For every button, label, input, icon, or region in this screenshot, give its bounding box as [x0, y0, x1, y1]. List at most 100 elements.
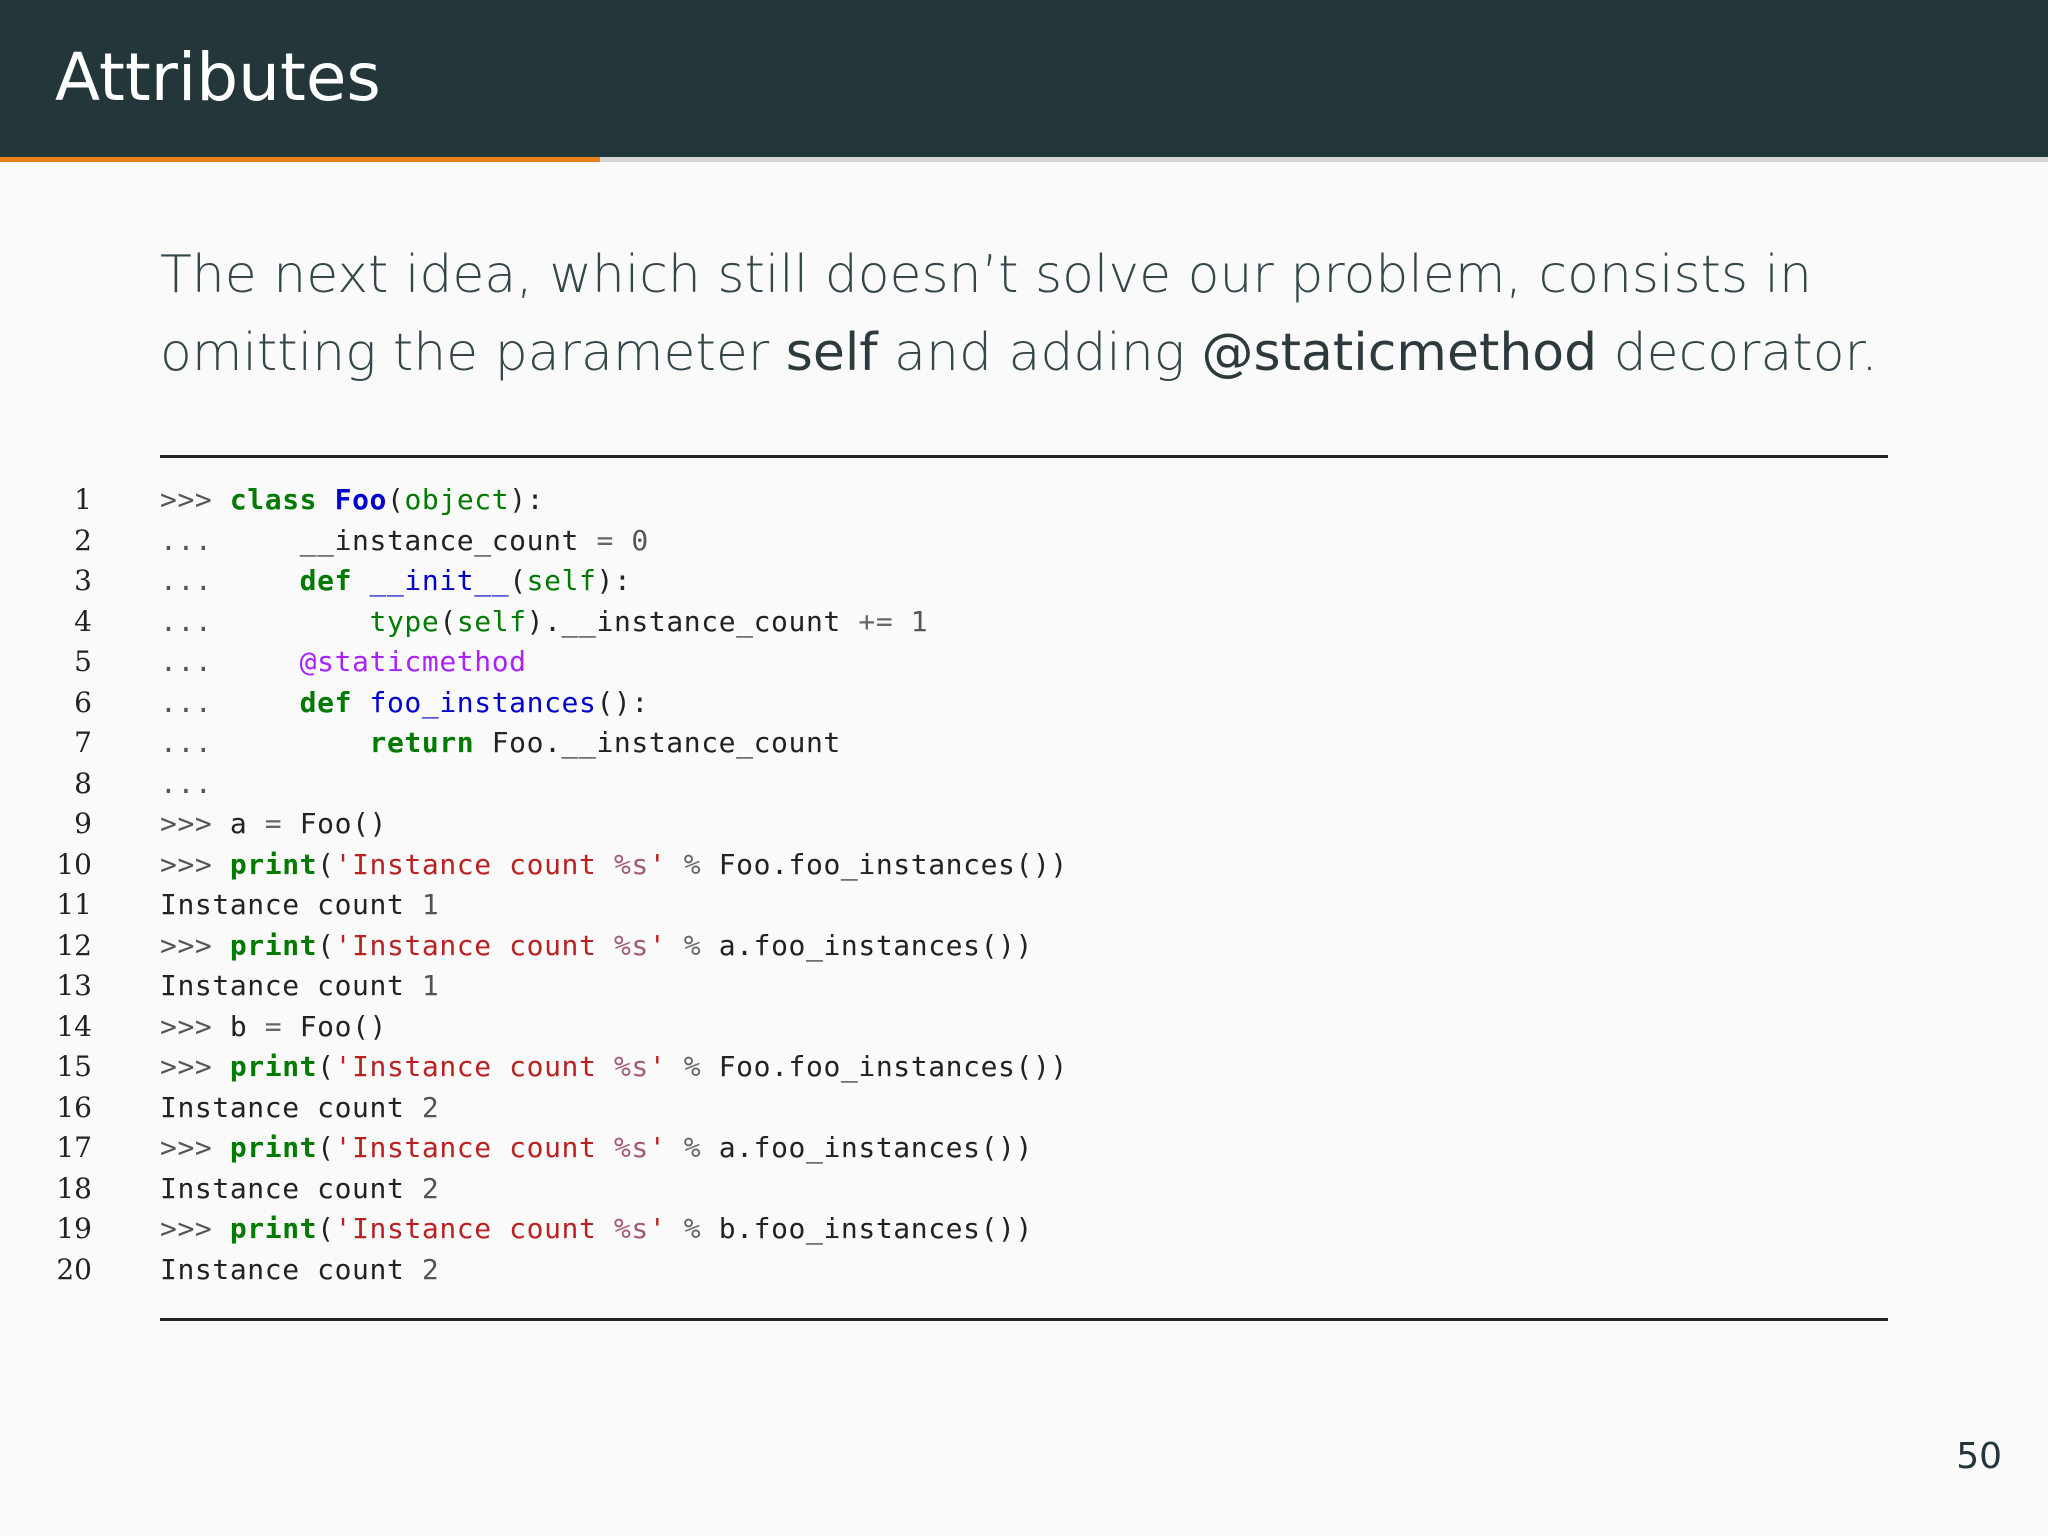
- code-line: 5... @staticmethod: [0, 642, 2048, 683]
- code-line: 11 Instance count 1: [0, 885, 2048, 926]
- code-token: Foo: [334, 483, 387, 516]
- line-number: 6: [74, 685, 92, 719]
- line-number: 3: [74, 564, 92, 597]
- code-listing: 1 >>> class Foo(object): 2... __instance_c…: [0, 480, 2048, 1290]
- code-token: Instance count: [160, 1090, 422, 1124]
- code-token: >>>: [160, 1009, 230, 1043]
- code-token: %: [683, 1131, 702, 1164]
- code-token: %s: [613, 1050, 649, 1083]
- code-token: 1: [910, 604, 929, 638]
- slide-title: Attributes: [55, 39, 381, 116]
- line-number: 8: [74, 766, 92, 800]
- code-token: ...: [160, 726, 370, 759]
- code-token: (: [439, 604, 457, 638]
- code-token: Instance count: [160, 1171, 422, 1205]
- code-line: 19 >>> print('Instance count %s' % b.foo_…: [0, 1209, 2048, 1250]
- code-token: self: [526, 564, 597, 597]
- code-token: ...: [160, 604, 370, 638]
- intro-text-2: and adding: [877, 323, 1202, 383]
- code-token: >>>: [160, 928, 230, 962]
- line-number: 19: [56, 1212, 92, 1245]
- code-token: 2: [421, 1252, 440, 1286]
- code-token: __init__: [369, 564, 510, 597]
- code-token: ...: [160, 685, 300, 719]
- code-text: >>> print('Instance count %s' % Foo.foo_…: [160, 845, 1068, 886]
- code-token: a.foo_instances()): [701, 1131, 1033, 1164]
- code-line: 17 >>> print('Instance count %s' % a.foo_…: [0, 1128, 2048, 1169]
- code-token: 'Instance count: [334, 847, 614, 881]
- code-token: ...: [160, 523, 300, 557]
- code-token: def: [299, 685, 353, 719]
- code-token: =: [264, 807, 283, 840]
- code-token: >>>: [160, 1050, 230, 1083]
- code-token: ():: [596, 685, 649, 719]
- code-token: print: [229, 1050, 318, 1083]
- line-number: 2: [74, 523, 92, 557]
- code-token: ...: [160, 766, 213, 800]
- line-number: 7: [74, 726, 92, 759]
- code-token: 1: [421, 969, 440, 1002]
- code-token: (: [317, 928, 335, 962]
- code-token: ).__instance_count: [526, 604, 859, 638]
- code-text: Instance count 2: [160, 1250, 439, 1291]
- code-token: >>>: [160, 807, 230, 840]
- code-token: (: [317, 1131, 335, 1164]
- code-token: >>>: [160, 1131, 230, 1164]
- code-token: ...: [160, 645, 300, 678]
- intro-paragraph: The next idea, which still doesn’t solve…: [160, 236, 1900, 392]
- code-token: %s: [613, 847, 649, 881]
- line-number: 12: [56, 928, 92, 962]
- code-token: 'Instance count: [334, 928, 614, 962]
- intro-keyword-self: self: [785, 323, 878, 383]
- code-token: return: [369, 726, 475, 759]
- code-line: 4... type(self).__instance_count += 1: [0, 602, 2048, 643]
- code-text: Instance count 2: [160, 1088, 439, 1129]
- code-text: ... return Foo.__instance_count: [160, 723, 841, 764]
- code-token: print: [229, 1131, 318, 1164]
- code-token: a: [229, 807, 265, 840]
- code-text: >>> print('Instance count %s' % a.foo_in…: [160, 1128, 1033, 1169]
- code-text: ... type(self).__instance_count += 1: [160, 602, 928, 643]
- code-token: print: [229, 1212, 318, 1245]
- code-token: 'Instance count: [334, 1050, 614, 1083]
- code-text: ... __instance_count = 0: [160, 521, 649, 562]
- code-token: Instance count: [160, 888, 422, 921]
- code-token: %s: [613, 928, 649, 962]
- code-token: >>>: [160, 1212, 230, 1245]
- code-token: ):: [596, 564, 632, 597]
- code-token: 2: [421, 1171, 440, 1205]
- line-number: 17: [56, 1131, 92, 1164]
- line-number: 18: [56, 1171, 92, 1205]
- code-line: 18 Instance count 2: [0, 1169, 2048, 1210]
- code-token: ': [648, 1050, 667, 1083]
- code-token: 'Instance count: [334, 1131, 614, 1164]
- code-token: 1: [421, 888, 440, 921]
- code-token: foo_instances: [369, 685, 597, 719]
- code-token: %: [683, 1212, 702, 1245]
- code-line: 13 Instance count 1: [0, 966, 2048, 1007]
- code-line: 2 ... __instance_count = 0: [0, 521, 2048, 562]
- code-text: >>> print('Instance count %s' % b.foo_in…: [160, 1209, 1033, 1250]
- code-token: (: [509, 564, 527, 597]
- code-token: Foo.foo_instances()): [701, 1050, 1068, 1083]
- code-text: >>> print('Instance count %s' % Foo.foo_…: [160, 1047, 1068, 1088]
- code-token: a.foo_instances()): [701, 928, 1033, 962]
- code-token: ': [648, 847, 667, 881]
- code-text: >>> print('Instance count %s' % a.foo_in…: [160, 926, 1033, 967]
- code-line: 20 Instance count 2: [0, 1250, 2048, 1291]
- code-token: >>>: [160, 847, 230, 881]
- code-token: self: [456, 604, 527, 638]
- code-token: Foo.__instance_count: [474, 726, 841, 759]
- code-token: Foo(): [282, 1009, 387, 1043]
- code-text: ... def __init__(self):: [160, 561, 631, 602]
- line-number: 16: [56, 1090, 92, 1124]
- code-line: 12 >>> print('Instance count %s' % a.foo_…: [0, 926, 2048, 967]
- line-number: 13: [56, 969, 92, 1002]
- code-token: __instance_count: [299, 523, 597, 557]
- code-token: print: [229, 847, 318, 881]
- code-token: (: [317, 1212, 335, 1245]
